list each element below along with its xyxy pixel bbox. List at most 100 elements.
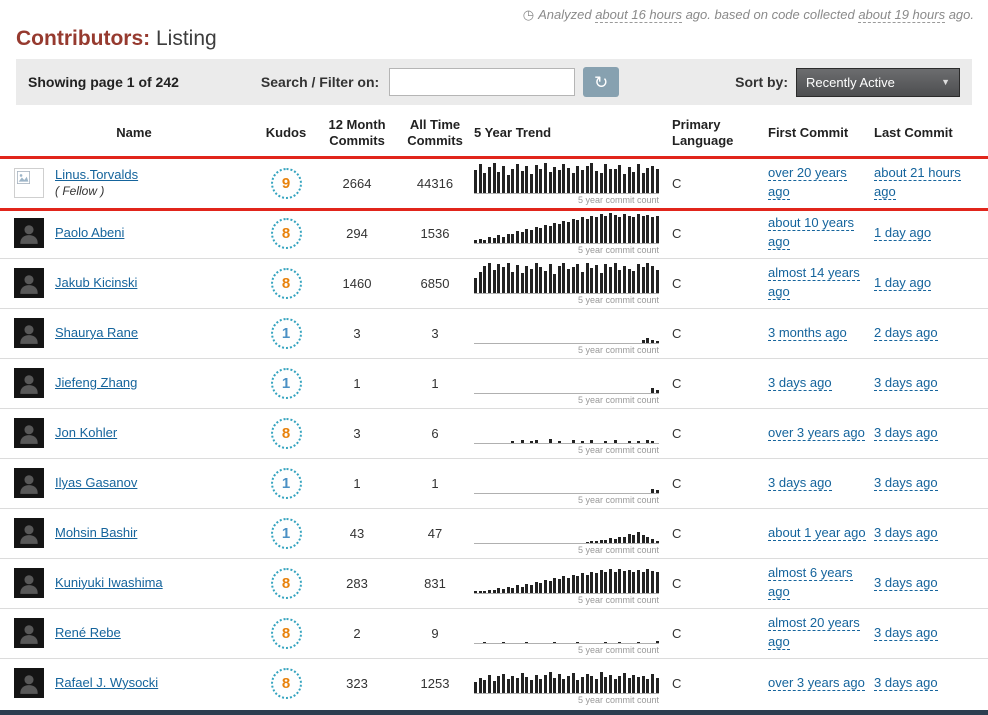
avatar[interactable] — [14, 268, 44, 298]
trend-cell: 5 year commit count — [474, 612, 672, 655]
last-commit-link[interactable]: 3 days ago — [874, 625, 938, 641]
avatar[interactable] — [14, 368, 44, 398]
trend-cell: 5 year commit count — [474, 212, 672, 255]
kudos-badge: 8 — [271, 268, 302, 299]
contributor-name-link[interactable]: Jiefeng Zhang — [55, 375, 137, 391]
first-commit-link[interactable]: almost 20 years ago — [768, 615, 860, 650]
kudos-cell: 8 — [254, 418, 318, 449]
first-commit-link[interactable]: 3 days ago — [768, 475, 832, 491]
avatar[interactable] — [14, 318, 44, 348]
sort-dropdown[interactable]: Recently Active ▼ — [796, 68, 960, 97]
avatar[interactable] — [14, 518, 44, 548]
commits-12mo: 283 — [318, 576, 396, 591]
avatar[interactable] — [14, 668, 44, 698]
paging-status: Showing page 1 of 242 — [28, 74, 179, 90]
last-commit-link[interactable]: 3 days ago — [874, 475, 938, 491]
contributor-row: Mohsin Bashir 1 43 47 5 year commit coun… — [0, 508, 988, 558]
name-block: Ilyas Gasanov — [55, 475, 137, 491]
contributor-name-link[interactable]: Shaurya Rane — [55, 325, 138, 341]
first-commit-link[interactable]: 3 days ago — [768, 375, 832, 391]
last-commit-link[interactable]: 1 day ago — [874, 225, 931, 241]
name-block: Jakub Kicinski — [55, 275, 137, 291]
contributor-row: Ilyas Gasanov 1 1 1 5 year commit count … — [0, 458, 988, 508]
first-commit-link[interactable]: about 10 years ago — [768, 215, 854, 250]
avatar[interactable] — [14, 418, 44, 448]
page-title: Contributors: Listing — [16, 27, 988, 51]
contributor-name-link[interactable]: Jakub Kicinski — [55, 275, 137, 291]
contributor-name-link[interactable]: Kuniyuki Iwashima — [55, 575, 163, 591]
clock-icon: ◷ — [523, 7, 534, 22]
kudos-badge-number: 8 — [282, 225, 290, 242]
commits-12mo: 2 — [318, 626, 396, 641]
trend-cell: 5 year commit count — [474, 162, 672, 205]
contributor-name-link[interactable]: René Rebe — [55, 625, 121, 641]
commit-trend-sparkline — [474, 312, 659, 344]
last-commit-link[interactable]: 3 days ago — [874, 675, 938, 691]
contributor-row: Jon Kohler 8 3 6 5 year commit count C o… — [0, 408, 988, 458]
last-commit-link[interactable]: 2 days ago — [874, 325, 938, 341]
first-commit-link[interactable]: almost 14 years ago — [768, 265, 860, 300]
name-block: Jiefeng Zhang — [55, 375, 137, 391]
last-commit-link[interactable]: 3 days ago — [874, 575, 938, 591]
commit-trend-sparkline — [474, 462, 659, 494]
primary-language: C — [672, 226, 768, 241]
page-title-view: Listing — [156, 27, 217, 50]
first-commit-link[interactable]: over 3 years ago — [768, 675, 865, 691]
commits-alltime: 1 — [396, 476, 474, 491]
person-silhouette-icon — [16, 670, 42, 696]
collected-time-link[interactable]: about 19 hours — [858, 7, 945, 23]
commit-trend-sparkline — [474, 662, 659, 694]
person-silhouette-icon — [16, 370, 42, 396]
primary-language: C — [672, 426, 768, 441]
avatar[interactable] — [14, 218, 44, 248]
avatar[interactable] — [14, 468, 44, 498]
name-cell: Jakub Kicinski — [14, 268, 254, 298]
commits-12mo: 294 — [318, 226, 396, 241]
kudos-badge-number: 1 — [282, 475, 290, 492]
sort-label: Sort by: — [735, 74, 788, 90]
first-commit-link[interactable]: almost 6 years ago — [768, 565, 853, 600]
name-cell: Jon Kohler — [14, 418, 254, 448]
contributor-name-link[interactable]: Rafael J. Wysocki — [55, 675, 158, 691]
primary-language: C — [672, 676, 768, 691]
last-commit-link[interactable]: 3 days ago — [874, 525, 938, 541]
column-header-kudos: Kudos — [254, 125, 318, 141]
search-input[interactable] — [389, 68, 575, 96]
contributor-name-link[interactable]: Linus.Torvalds — [55, 167, 138, 183]
person-silhouette-icon — [16, 620, 42, 646]
name-block: Paolo Abeni — [55, 225, 124, 241]
avatar[interactable] — [14, 168, 44, 198]
contributors-table: Name Kudos 12 Month Commits All Time Com… — [0, 105, 988, 708]
person-silhouette-icon — [16, 220, 42, 246]
contributor-row: Paolo Abeni 8 294 1536 5 year commit cou… — [0, 208, 988, 258]
commits-alltime: 9 — [396, 626, 474, 641]
commits-12mo: 323 — [318, 676, 396, 691]
filter-label: Search / Filter on: — [261, 74, 379, 90]
last-commit-link[interactable]: 1 day ago — [874, 275, 931, 291]
contributor-name-link[interactable]: Jon Kohler — [55, 425, 117, 441]
first-commit-link[interactable]: over 3 years ago — [768, 425, 865, 441]
first-commit-link[interactable]: about 1 year ago — [768, 525, 866, 541]
trend-cell: 5 year commit count — [474, 662, 672, 705]
primary-language: C — [672, 526, 768, 541]
name-cell: Ilyas Gasanov — [14, 468, 254, 498]
sparkline-caption: 5 year commit count — [474, 545, 659, 555]
last-commit-link[interactable]: 3 days ago — [874, 425, 938, 441]
kudos-cell: 8 — [254, 268, 318, 299]
contributor-name-link[interactable]: Ilyas Gasanov — [55, 475, 137, 491]
contributor-name-link[interactable]: Paolo Abeni — [55, 225, 124, 241]
commits-12mo: 2664 — [318, 176, 396, 191]
person-silhouette-icon — [16, 420, 42, 446]
name-block: Linus.Torvalds ( Fellow ) — [55, 167, 138, 198]
contributor-name-link[interactable]: Mohsin Bashir — [55, 525, 137, 541]
refresh-button[interactable]: ↻ — [583, 67, 619, 97]
analyzed-time-link[interactable]: about 16 hours — [595, 7, 682, 23]
avatar[interactable] — [14, 568, 44, 598]
avatar[interactable] — [14, 618, 44, 648]
footer-edge — [0, 710, 988, 715]
first-commit-link[interactable]: 3 months ago — [768, 325, 847, 341]
last-commit-link[interactable]: 3 days ago — [874, 375, 938, 391]
last-commit-link[interactable]: about 21 hours ago — [874, 165, 961, 200]
person-silhouette-icon — [16, 570, 42, 596]
first-commit-link[interactable]: over 20 years ago — [768, 165, 847, 200]
